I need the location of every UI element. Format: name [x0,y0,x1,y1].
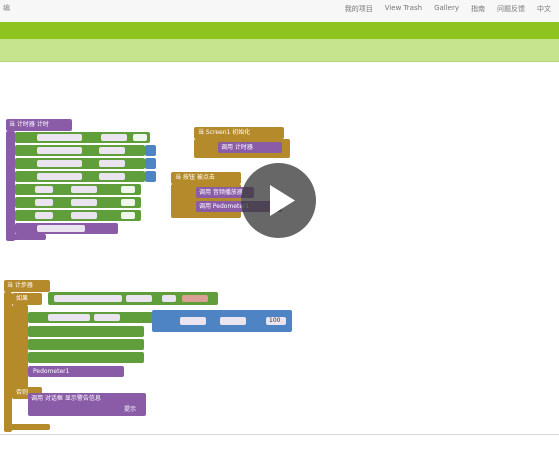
timer-event-body-rail [6,131,15,241]
slot [182,295,208,302]
slot [37,160,82,167]
if-block[interactable]: 如果 [12,293,42,305]
slot [101,134,127,141]
call-notifier-block[interactable]: 调用 对话框 显示警告信息 提示 [28,393,146,416]
slot [71,199,97,206]
slot [121,186,135,193]
call-timer-label: 调用 计时器 [221,144,253,151]
play-icon [270,185,295,216]
set-block-6[interactable] [15,197,141,208]
slot [94,314,120,321]
call-pedometer-stop-block[interactable] [15,223,118,234]
slot [180,317,206,325]
window-title: 编 [3,4,10,12]
set-block-b4-2[interactable] [28,339,144,350]
timer-event-block[interactable]: 当 计时器 计时 [6,119,72,131]
else-label: 否则 [16,389,29,396]
slot [99,173,125,180]
nav-language[interactable]: 中文 [537,4,551,14]
call-timer-block[interactable]: 调用 计时器 [218,142,282,153]
nav-my-projects[interactable]: 我的项目 [345,4,373,14]
button-click-label: 当 按钮 被点击 [175,174,215,181]
slot [35,212,53,219]
compare-block[interactable] [48,292,218,305]
number-block-4[interactable] [145,171,156,182]
slot [126,295,152,302]
slot [37,134,82,141]
app-header-bar [0,22,559,39]
notifier-tail-label: 提示 [124,406,137,413]
step-event-block[interactable]: 当 计步器 [4,280,50,292]
slot [133,134,147,141]
slot [71,186,97,193]
bottom-divider [0,434,559,435]
screen-initialize-label: 当 Screen1 初始化 [198,129,251,136]
timer-event-foot [6,234,46,240]
screen-initialize-body: 调用 计时器 [194,139,290,158]
slot [35,199,53,206]
set-block-7[interactable] [15,210,141,221]
math-expression-block[interactable]: 100 [152,310,292,332]
step-event-label: 当 计步器 [7,282,33,289]
set-block-3[interactable] [15,158,145,169]
number-100: 100 [266,317,286,325]
slot [48,314,90,321]
slot [37,225,85,232]
call-notifier-label: 调用 对话框 显示警告信息 [31,395,101,402]
number-100-label: 100 [269,317,281,324]
set-block-b4-3[interactable] [28,352,144,363]
nav-feedback[interactable]: 问题反馈 [497,4,525,14]
step-event-rail [4,292,12,432]
set-pedometer-block[interactable] [28,312,154,323]
slot [121,199,135,206]
screen-initialize-block[interactable]: 当 Screen1 初始化 [194,127,284,139]
slot [37,147,82,154]
slot [54,295,122,302]
slot [71,212,97,219]
set-block-1[interactable] [15,132,150,143]
set-block-4[interactable] [15,171,145,182]
nav-guide[interactable]: 指南 [471,4,485,14]
toolbar-strip [0,39,559,62]
set-block-b4-1[interactable] [28,326,144,337]
set-block-5[interactable] [15,184,141,195]
number-block-3[interactable] [145,158,156,169]
play-button[interactable] [241,163,316,238]
call-pedometer-2-label: Pedometer1 [33,368,70,375]
step-event-foot [4,424,50,430]
blocks-workspace[interactable]: 当 计时器 计时 当 Screen1 初始化 调用 计时器 当 按钮 被点击 调… [4,62,559,434]
nav-view-trash[interactable]: View Trash [385,4,422,14]
slot [121,212,135,219]
slot [162,295,176,302]
slot [220,317,246,325]
slot [99,147,125,154]
slot [37,173,82,180]
call-audio-player-label: 调用 音频播放器 [199,189,243,196]
app-top-bar: 编 我的项目 View Trash Gallery 指南 问题反馈 中文 [0,0,559,23]
call-pedometer-block-2[interactable]: Pedometer1 [28,366,124,377]
top-navigation: 我的项目 View Trash Gallery 指南 问题反馈 中文 [345,4,551,14]
number-block-2[interactable] [145,145,156,156]
slot [35,186,53,193]
video-thumbnail: 编 我的项目 View Trash Gallery 指南 问题反馈 中文 当 计… [0,0,559,453]
slot [99,160,125,167]
button-click-block[interactable]: 当 按钮 被点击 [171,172,241,184]
timer-event-label: 当 计时器 计时 [9,121,49,128]
if-body-rail [12,305,28,397]
set-block-2[interactable] [15,145,145,156]
nav-gallery[interactable]: Gallery [434,4,459,14]
if-label: 如果 [16,295,29,302]
